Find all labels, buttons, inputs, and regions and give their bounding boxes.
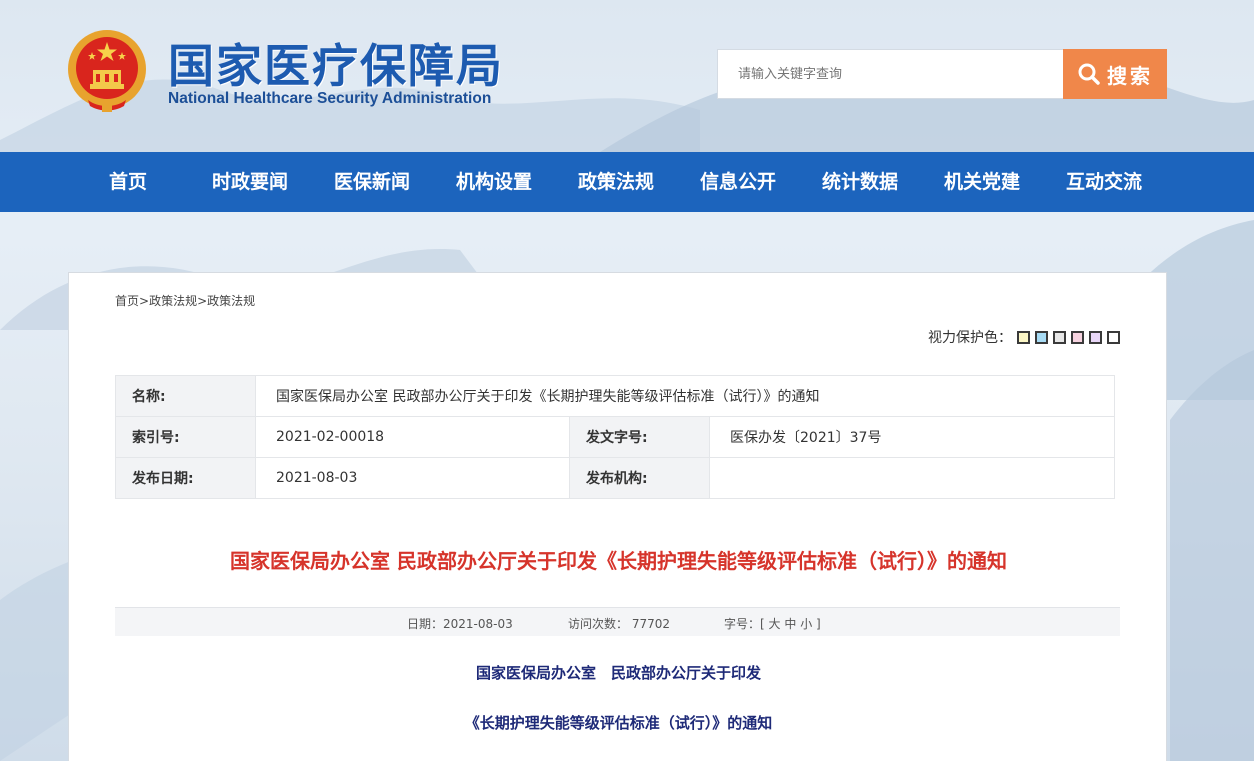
main-nav: 首页 时政要闻 医保新闻 机构设置 政策法规 信息公开 统计数据 机关党建 互动…: [0, 152, 1254, 212]
nav-item-policies[interactable]: 政策法规: [561, 152, 671, 212]
swatch-yellow[interactable]: [1017, 330, 1030, 344]
index-value: 2021-02-00018: [255, 416, 570, 458]
search-button[interactable]: 搜索: [1063, 49, 1167, 99]
table-row: 索引号: 2021-02-00018 发文字号: 医保办发〔2021〕37号: [115, 416, 1115, 458]
document-info-table: 名称: 国家医保局办公室 民政部办公厅关于印发《长期护理失能等级评估标准（试行）…: [115, 375, 1115, 499]
breadcrumb-separator: >: [197, 294, 208, 308]
article-date: 日期：2021-08-03: [407, 617, 513, 631]
article-subtitle-line2: 《长期护理失能等级评估标准（试行）》的通知: [464, 714, 773, 732]
site-title-chinese: 国家医疗保障局: [168, 39, 504, 93]
swatch-white[interactable]: [1107, 330, 1120, 344]
table-row: 名称: 国家医保局办公室 民政部办公厅关于印发《长期护理失能等级评估标准（试行）…: [115, 375, 1115, 417]
nav-item-disclosure[interactable]: 信息公开: [683, 152, 793, 212]
site-title-english: National Healthcare Security Administrat…: [168, 90, 492, 107]
nav-item-party-building[interactable]: 机关党建: [927, 152, 1037, 212]
nav-item-insurance-news[interactable]: 医保新闻: [317, 152, 427, 212]
index-label: 索引号:: [115, 416, 256, 458]
breadcrumb-policies[interactable]: 政策法规: [149, 294, 197, 308]
site-header: 国家医疗保障局 National Healthcare Security Adm…: [0, 0, 1254, 152]
search-button-label: 搜索: [1107, 63, 1153, 88]
article-title: 国家医保局办公室 民政部办公厅关于印发《长期护理失能等级评估标准（试行）》的通知: [230, 549, 1007, 573]
font-size-end: ]: [816, 617, 821, 631]
org-label: 发布机构:: [569, 457, 710, 499]
nav-item-politics-news[interactable]: 时政要闻: [195, 152, 305, 212]
docno-label: 发文字号:: [569, 416, 710, 458]
name-value: 国家医保局办公室 民政部办公厅关于印发《长期护理失能等级评估标准（试行）》的通知: [255, 375, 1115, 417]
breadcrumb-home[interactable]: 首页: [115, 294, 139, 308]
date-label: 发布日期:: [115, 457, 256, 499]
search-icon: [1078, 63, 1100, 85]
swatch-gray[interactable]: [1053, 330, 1066, 344]
font-size-medium[interactable]: 中: [784, 617, 796, 631]
article-visits: 访问次数： 77702: [568, 617, 670, 631]
nav-item-interaction[interactable]: 互动交流: [1049, 152, 1159, 212]
nav-item-organization[interactable]: 机构设置: [439, 152, 549, 212]
org-value: [709, 457, 1115, 499]
font-size-control: 字号：[ 大 中 小 ]: [724, 615, 821, 632]
docno-value: 医保办发〔2021〕37号: [709, 416, 1115, 458]
breadcrumb: 首页>政策法规>政策法规: [115, 292, 255, 309]
breadcrumb-separator: >: [139, 294, 150, 308]
name-label: 名称:: [115, 375, 256, 417]
swatch-purple[interactable]: [1089, 330, 1102, 344]
nav-item-statistics[interactable]: 统计数据: [805, 152, 915, 212]
date-value: 2021-08-03: [255, 457, 570, 499]
font-size-large[interactable]: 大: [769, 617, 781, 631]
breadcrumb-current[interactable]: 政策法规: [207, 294, 255, 308]
table-row: 发布日期: 2021-08-03 发布机构:: [115, 457, 1115, 499]
eye-protection-bar: 视力保护色：: [928, 327, 1120, 347]
font-size-label: 字号：[: [724, 617, 765, 631]
swatch-blue[interactable]: [1035, 330, 1048, 344]
font-size-small[interactable]: 小: [800, 617, 812, 631]
search-input[interactable]: [717, 49, 1064, 99]
article-meta-bar: 日期：2021-08-03 访问次数： 77702 字号：[ 大 中 小 ]: [115, 607, 1120, 636]
nav-item-home[interactable]: 首页: [73, 152, 183, 212]
national-emblem-icon: [68, 30, 146, 112]
eye-protection-label: 视力保护色：: [928, 330, 1012, 346]
content-panel: 首页>政策法规>政策法规 视力保护色： 名称: 国家医保局办公室 民政部办公厅关…: [68, 272, 1167, 761]
swatch-pink[interactable]: [1071, 330, 1084, 344]
article-subtitle-line1: 国家医保局办公室 民政部办公厅关于印发: [475, 664, 761, 682]
